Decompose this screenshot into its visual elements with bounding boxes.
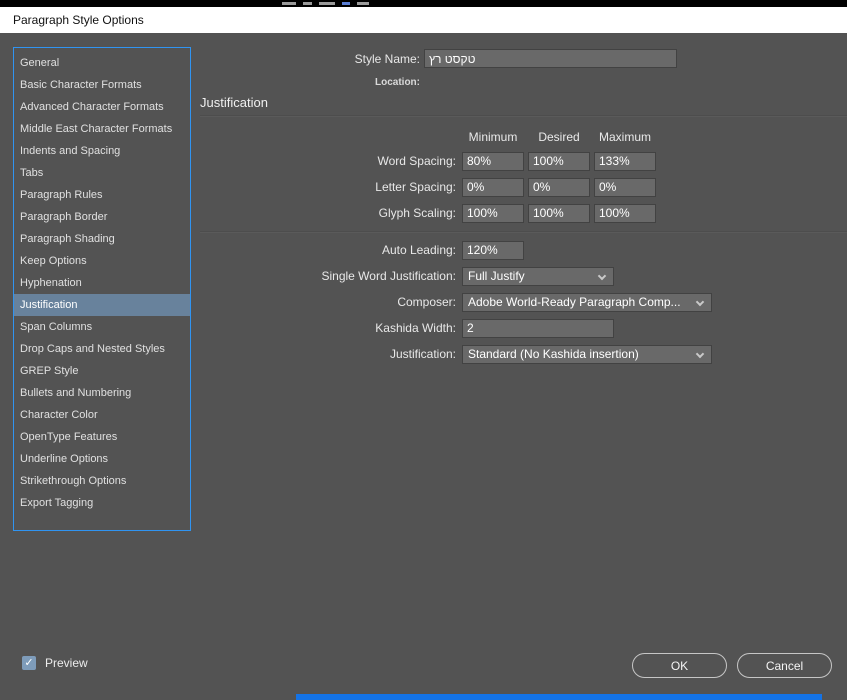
sidebar-item-justification[interactable]: Justification <box>14 294 190 316</box>
location-label: Location: <box>375 77 420 88</box>
glyph-scaling-maximum-input[interactable] <box>594 203 656 223</box>
auto-leading-input[interactable] <box>462 240 524 260</box>
justification-label: Justification: <box>389 347 456 361</box>
row-label-letter-spacing: Letter Spacing: <box>375 180 456 194</box>
sidebar-item-advanced-character-formats[interactable]: Advanced Character Formats <box>14 96 190 118</box>
sidebar-item-tabs[interactable]: Tabs <box>14 162 190 184</box>
single-word-justification-selected-value: Full Justify <box>468 269 525 283</box>
paragraph-style-options-dialog: Paragraph Style Options General Basic Cha… <box>0 0 847 700</box>
justification-table: Minimum Desired Maximum Word Spacing: Lette… <box>200 126 670 226</box>
style-name-label: Style Name: <box>354 52 420 66</box>
letter-spacing-minimum-input[interactable] <box>462 177 524 197</box>
auto-leading-label: Auto Leading: <box>381 243 456 257</box>
sidebar-item-paragraph-rules[interactable]: Paragraph Rules <box>14 184 190 206</box>
sidebar-item-paragraph-shading[interactable]: Paragraph Shading <box>14 228 190 250</box>
sidebar-item-opentype-features[interactable]: OpenType Features <box>14 426 190 448</box>
ok-button[interactable]: OK <box>632 653 727 678</box>
field-row-auto-leading: Auto Leading: <box>200 237 800 263</box>
single-word-justification-label: Single Word Justification: <box>321 269 456 283</box>
word-spacing-minimum-input[interactable] <box>462 151 524 171</box>
sidebar-item-hyphenation[interactable]: Hyphenation <box>14 272 190 294</box>
single-word-justification-select[interactable]: Full Justify <box>462 266 614 286</box>
column-header-maximum: Maximum <box>598 130 651 144</box>
table-row-letter-spacing: Letter Spacing: <box>200 174 670 200</box>
word-spacing-desired-input[interactable] <box>528 151 590 171</box>
sidebar-item-bullets-and-numbering[interactable]: Bullets and Numbering <box>14 382 190 404</box>
section-title: Justification <box>200 95 268 110</box>
sidebar-item-middle-east-character-formats[interactable]: Middle East Character Formats <box>14 118 190 140</box>
table-headers: Minimum Desired Maximum <box>200 126 670 148</box>
app-bottom-strip <box>296 694 822 700</box>
sidebar-item-indents-and-spacing[interactable]: Indents and Spacing <box>14 140 190 162</box>
sidebar-item-basic-character-formats[interactable]: Basic Character Formats <box>14 74 190 96</box>
row-label-word-spacing: Word Spacing: <box>377 154 457 168</box>
field-row-single-word-justification: Single Word Justification: Full Justify <box>200 263 800 289</box>
preview-label: Preview <box>45 655 88 670</box>
sidebar-item-export-tagging[interactable]: Export Tagging <box>14 492 190 514</box>
sidebar-list: General Basic Character Formats Advanced C… <box>14 52 190 514</box>
background-toolbar-fragment <box>357 2 369 5</box>
preview-checkbox[interactable]: ✓ <box>22 655 36 670</box>
field-row-justification: Justification: Standard (No Kashida inser… <box>200 341 800 367</box>
sidebar-item-keep-options[interactable]: Keep Options <box>14 250 190 272</box>
section-divider <box>200 231 847 233</box>
fields-panel: Auto Leading: Single Word Justification: F… <box>200 237 800 367</box>
justification-select[interactable]: Standard (No Kashida insertion) <box>462 344 712 364</box>
chevron-down-icon <box>695 349 705 358</box>
cancel-button[interactable]: Cancel <box>737 653 832 678</box>
background-toolbar-fragment <box>342 2 350 5</box>
kashida-width-label: Kashida Width: <box>375 321 456 335</box>
glyph-scaling-minimum-input[interactable] <box>462 203 524 223</box>
composer-label: Composer: <box>397 295 456 309</box>
background-toolbar-fragment <box>282 2 296 5</box>
column-header-minimum: Minimum <box>468 130 518 144</box>
background-toolbar-fragment <box>303 2 312 5</box>
justification-selected-value: Standard (No Kashida insertion) <box>468 347 639 361</box>
sidebar-item-character-color[interactable]: Character Color <box>14 404 190 426</box>
field-row-kashida-width: Kashida Width: <box>200 315 800 341</box>
background-toolbar-fragment <box>319 2 335 5</box>
table-row-word-spacing: Word Spacing: <box>200 148 670 174</box>
kashida-width-input[interactable] <box>462 318 614 338</box>
dialog-titlebar: Paragraph Style Options <box>0 7 847 33</box>
row-label-glyph-scaling: Glyph Scaling: <box>378 206 456 220</box>
letter-spacing-desired-input[interactable] <box>528 177 590 197</box>
checkmark-icon: ✓ <box>24 656 34 669</box>
dialog-title: Paragraph Style Options <box>13 13 144 27</box>
sidebar-item-grep-style[interactable]: GREP Style <box>14 360 190 382</box>
preview-row: ✓ Preview <box>22 655 88 670</box>
sidebar-item-drop-caps-and-nested-styles[interactable]: Drop Caps and Nested Styles <box>14 338 190 360</box>
style-name-input[interactable] <box>424 49 677 68</box>
composer-selected-value: Adobe World-Ready Paragraph Comp... <box>468 295 681 309</box>
word-spacing-maximum-input[interactable] <box>594 151 656 171</box>
sidebar: General Basic Character Formats Advanced C… <box>13 47 191 531</box>
sidebar-item-underline-options[interactable]: Underline Options <box>14 448 190 470</box>
sidebar-item-span-columns[interactable]: Span Columns <box>14 316 190 338</box>
table-body: Word Spacing: Letter Spacing: Glyph Scalin… <box>200 148 670 226</box>
section-divider <box>200 115 847 117</box>
chevron-down-icon <box>597 271 607 280</box>
sidebar-item-strikethrough-options[interactable]: Strikethrough Options <box>14 470 190 492</box>
composer-select[interactable]: Adobe World-Ready Paragraph Comp... <box>462 292 712 312</box>
table-row-glyph-scaling: Glyph Scaling: <box>200 200 670 226</box>
chevron-down-icon <box>695 297 705 306</box>
letter-spacing-maximum-input[interactable] <box>594 177 656 197</box>
glyph-scaling-desired-input[interactable] <box>528 203 590 223</box>
sidebar-item-paragraph-border[interactable]: Paragraph Border <box>14 206 190 228</box>
sidebar-item-general[interactable]: General <box>14 52 190 74</box>
app-top-strip <box>0 0 847 7</box>
field-row-composer: Composer: Adobe World-Ready Paragraph Com… <box>200 289 800 315</box>
column-header-desired: Desired <box>538 130 580 144</box>
